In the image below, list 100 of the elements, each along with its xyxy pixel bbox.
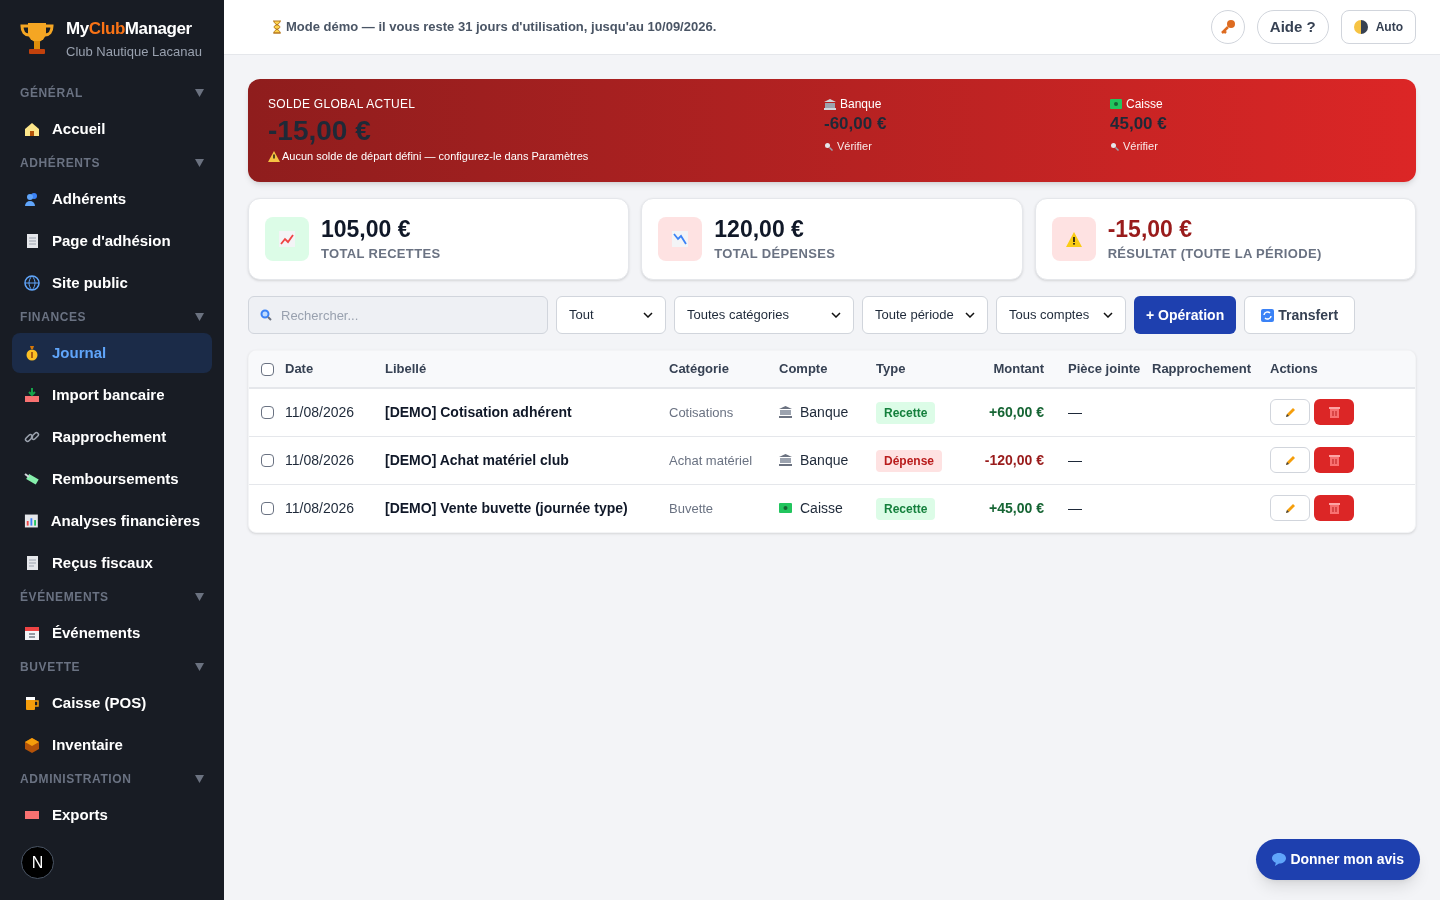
- sidebar-item[interactable]: Rapprochement: [12, 417, 212, 457]
- feedback-button[interactable]: Donner mon avis: [1256, 839, 1420, 880]
- select-all-checkbox[interactable]: [261, 362, 274, 376]
- house-icon: [24, 121, 40, 137]
- people-icon: [24, 191, 40, 207]
- caret-icon[interactable]: [195, 313, 204, 321]
- balance-warning: Aucun solde de départ défini — configurez-le dans Paramètres: [282, 149, 589, 164]
- column-header: Type: [876, 361, 906, 377]
- trash-icon: [1328, 454, 1340, 466]
- filter-dropdown[interactable]: Toute période: [862, 296, 988, 334]
- search-field[interactable]: Rechercher...: [248, 296, 548, 334]
- calendar-icon: [24, 625, 40, 641]
- caret-icon[interactable]: [195, 663, 204, 671]
- transfer-button[interactable]: Transfert: [1244, 296, 1356, 334]
- pencil-icon: [1283, 501, 1297, 515]
- account-name: Caisse: [1126, 96, 1163, 113]
- filter-dropdown[interactable]: Toutes catégories: [674, 296, 854, 334]
- tray-icon: [24, 811, 40, 819]
- chevron-down-icon: [1103, 312, 1113, 318]
- section-title: GÉNÉRAL: [20, 84, 83, 102]
- dev-indicator-button[interactable]: N: [21, 846, 54, 879]
- sidebar-item[interactable]: Exports: [12, 795, 212, 835]
- delete-button[interactable]: [1314, 447, 1354, 473]
- sidebar-item[interactable]: Remboursements: [12, 459, 212, 499]
- section-title: FINANCES: [20, 309, 87, 326]
- page-icon: [24, 233, 40, 249]
- receipt-icon: [24, 555, 40, 571]
- caret-icon[interactable]: [195, 159, 204, 167]
- column-header: Montant: [993, 361, 1044, 377]
- sidebar-item[interactable]: Reçus fiscaux: [12, 543, 212, 583]
- trash-icon: [1328, 406, 1340, 419]
- category-cell: Achat matériel: [669, 453, 753, 468]
- link-icon: [24, 429, 40, 445]
- bank-icon: [824, 98, 836, 110]
- inbox-download-icon: [24, 387, 40, 403]
- balance-amount: -15,00 €: [268, 114, 372, 148]
- row-checkbox[interactable]: [261, 405, 274, 419]
- type-badge: Recette: [876, 498, 936, 521]
- category-cell: Cotisations: [669, 405, 734, 421]
- filter-dropdown[interactable]: Tous comptes: [996, 296, 1126, 334]
- theme-button[interactable]: Auto: [1340, 10, 1416, 44]
- warning-icon: [1065, 231, 1082, 247]
- speech-bubble-icon: [1272, 853, 1287, 866]
- attachment-cell: —: [1068, 404, 1082, 421]
- add-operation-button[interactable]: + Opération: [1134, 296, 1237, 334]
- account-cell-text: Banque: [800, 402, 849, 422]
- stat-label: TOTAL DÉPENSES: [714, 244, 836, 263]
- money-bag-icon: [24, 345, 40, 361]
- stat-label: RÉSULTAT (TOUTE LA PÉRIODE): [1107, 244, 1322, 263]
- verify-link[interactable]: Vérifier: [824, 138, 1110, 155]
- account-balance: -60,00 €: [824, 113, 888, 135]
- sidebar-item[interactable]: Caisse (POS): [12, 683, 212, 723]
- column-header: Rapprochement: [1152, 361, 1251, 377]
- chart-up-icon: [279, 231, 295, 247]
- sidebar-item[interactable]: Inventaire: [12, 725, 212, 765]
- sidebar-item[interactable]: Journal: [12, 333, 212, 373]
- type-badge: Recette: [876, 402, 936, 425]
- box-icon: [24, 737, 40, 753]
- column-header: Actions: [1270, 361, 1318, 377]
- account-balance: 45,00 €: [1110, 113, 1168, 135]
- category-cell: Buvette: [669, 501, 714, 517]
- amount-cell: +60,00 €: [989, 404, 1044, 421]
- sidebar-item[interactable]: Site public: [12, 263, 212, 303]
- stat-value: 120,00 €: [714, 214, 805, 244]
- globe-icon: [24, 275, 40, 291]
- caret-icon[interactable]: [195, 593, 204, 601]
- sidebar-item[interactable]: Analyses financières: [12, 501, 212, 541]
- label-cell: [DEMO] Vente buvette (journée type): [385, 500, 628, 517]
- club-name: Club Nautique Lacanau: [66, 42, 202, 61]
- sidebar-item[interactable]: Accueil: [12, 109, 212, 149]
- edit-button[interactable]: [1270, 447, 1310, 473]
- date-cell: 11/08/2026: [285, 452, 355, 468]
- label-cell: [DEMO] Achat matériel club: [385, 452, 569, 468]
- account-name: Banque: [840, 96, 882, 113]
- delete-button[interactable]: [1314, 495, 1354, 522]
- filter-dropdown[interactable]: Tout: [556, 296, 666, 334]
- sidebar-item[interactable]: Adhérents: [12, 179, 212, 219]
- hourglass-icon: [272, 20, 282, 34]
- pencil-icon: [1283, 405, 1297, 419]
- row-checkbox[interactable]: [261, 501, 274, 515]
- column-header: Compte: [779, 361, 828, 377]
- bar-chart-icon: [24, 513, 39, 529]
- beer-mug-icon: [24, 695, 40, 711]
- sidebar-item[interactable]: Import bancaire: [12, 375, 212, 415]
- stat-label: TOTAL RECETTES: [321, 244, 441, 263]
- caret-icon[interactable]: [195, 775, 204, 783]
- sidebar-item[interactable]: Événements: [12, 613, 212, 653]
- verify-link[interactable]: Vérifier: [1110, 138, 1396, 155]
- trophy-icon: [20, 20, 54, 57]
- delete-button[interactable]: [1314, 399, 1354, 426]
- chevron-down-icon: [965, 312, 975, 318]
- bank-icon: [779, 454, 792, 466]
- row-checkbox[interactable]: [261, 453, 274, 467]
- attachment-cell: —: [1068, 452, 1082, 468]
- column-header: Catégorie: [669, 361, 729, 377]
- banknote-icon: [779, 503, 792, 514]
- caret-icon[interactable]: [195, 89, 204, 97]
- label-cell: [DEMO] Cotisation adhérent: [385, 404, 572, 421]
- sidebar-item[interactable]: Page d'adhésion: [12, 221, 212, 261]
- amount-cell: -120,00 €: [984, 452, 1044, 468]
